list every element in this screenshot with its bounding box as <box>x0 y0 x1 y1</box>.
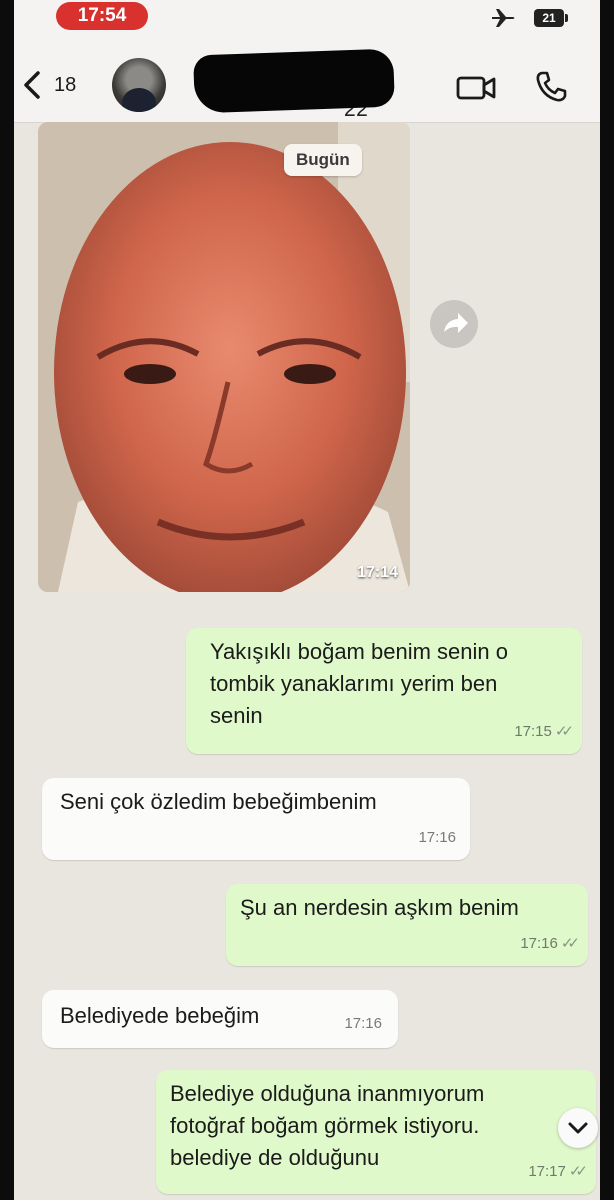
message-bubble-outgoing[interactable]: Yakışıklı boğam benim senin o tombik yan… <box>186 628 582 754</box>
message-time: 17:16 <box>344 1015 382 1032</box>
received-photo[interactable]: Bugün 17:14 <box>38 122 410 592</box>
message-time: 17:15 <box>514 723 552 740</box>
video-call-icon[interactable] <box>456 74 498 102</box>
phone-icon[interactable] <box>534 70 568 104</box>
message-time: 17:16 <box>520 935 558 952</box>
message-text: Şu an nerdesin aşkım benim <box>240 895 519 920</box>
message-bubble-incoming[interactable]: Belediyede bebeğim 17:16 <box>42 990 398 1048</box>
battery-icon: 21 <box>534 9 570 27</box>
message-text: Seni çok özledim bebeğimbenim <box>60 789 377 814</box>
message-text: Belediye olduğuna inanmıyorum fotoğraf b… <box>170 1081 485 1170</box>
message-meta: 17:17 ✓✓ <box>528 1156 588 1188</box>
chevron-down-icon <box>568 1122 588 1134</box>
chat-header: 18 33 22 <box>14 40 600 123</box>
message-bubble-outgoing[interactable]: Belediye olduğuna inanmıyorum fotoğraf b… <box>156 1070 596 1194</box>
read-ticks-icon: ✓✓ <box>560 935 580 952</box>
avatar[interactable] <box>112 58 166 112</box>
message-bubble-incoming[interactable]: Seni çok özledim bebeğimbenim 17:16 <box>42 778 470 860</box>
message-meta: 17:16 <box>418 822 456 854</box>
status-bar: 17:54 21 <box>14 0 600 40</box>
battery-level: 21 <box>534 9 564 27</box>
message-meta: 17:16 <box>344 1008 382 1040</box>
read-ticks-icon: ✓✓ <box>568 1163 588 1180</box>
forward-button[interactable] <box>430 300 478 348</box>
photo-image <box>38 122 410 592</box>
unread-count[interactable]: 18 <box>54 74 76 97</box>
photo-timestamp: 17:14 <box>357 564 398 581</box>
date-chip: Bugün <box>284 144 362 176</box>
chat-screen: 17:54 21 18 33 22 <box>14 0 600 1200</box>
message-text: Belediyede bebeğim <box>60 1003 260 1028</box>
message-bubble-outgoing[interactable]: Şu an nerdesin aşkım benim 17:16 ✓✓ <box>226 884 588 966</box>
message-time: 17:17 <box>528 1163 566 1180</box>
forward-icon <box>444 313 468 333</box>
read-ticks-icon: ✓✓ <box>554 723 574 740</box>
message-time: 17:16 <box>418 829 456 846</box>
scroll-to-bottom-button[interactable] <box>558 1108 598 1148</box>
message-meta: 17:16 ✓✓ <box>520 928 580 960</box>
airplane-icon <box>492 9 515 27</box>
back-chevron-icon[interactable] <box>20 70 44 100</box>
redaction-mark <box>314 64 380 100</box>
status-time: 17:54 <box>56 2 148 30</box>
message-meta: 17:15 ✓✓ <box>514 716 574 748</box>
